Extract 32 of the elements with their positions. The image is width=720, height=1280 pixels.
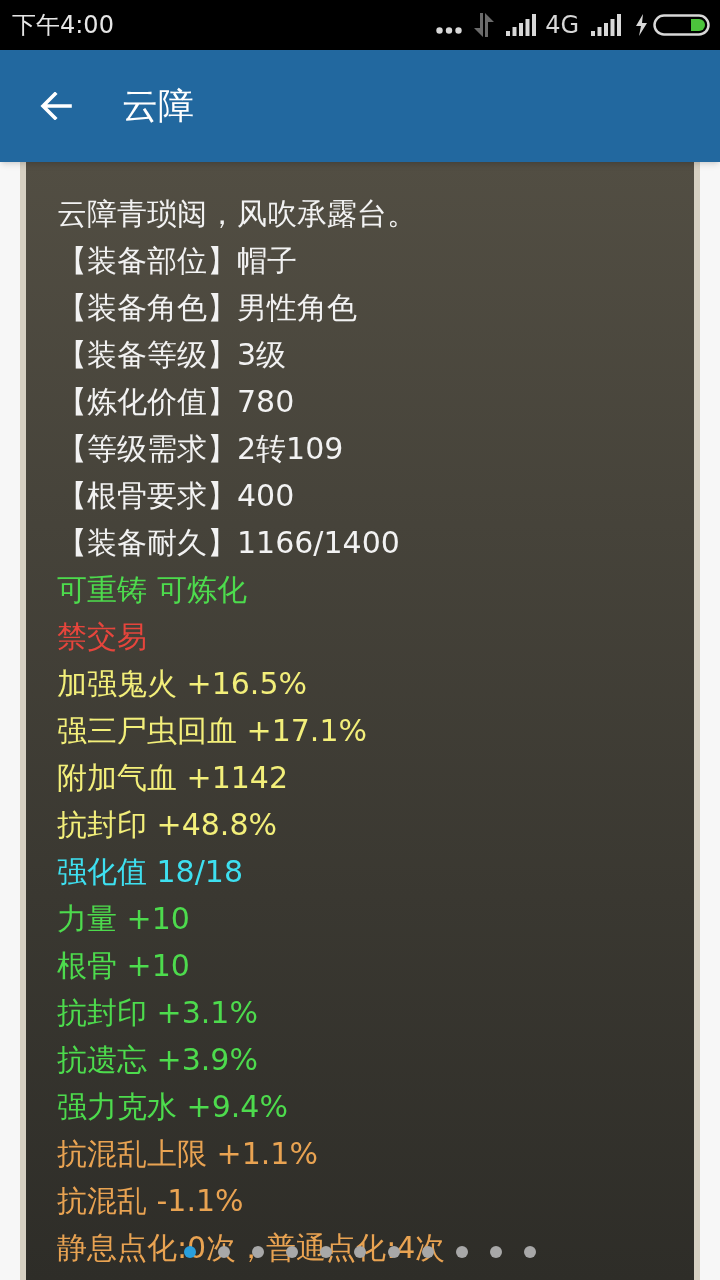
- attribute-line: 抗混乱 -1.1%: [57, 1182, 244, 1219]
- attribute-line: 【根骨要求】400: [57, 477, 295, 514]
- attribute-line: 强化值 18/18: [57, 853, 243, 890]
- page-title: 云障: [122, 88, 194, 124]
- up-down-arrows-icon: [474, 13, 495, 37]
- attribute-line: 加强鬼火 +16.5%: [57, 665, 307, 702]
- attribute-line: 抗封印 +3.1%: [57, 994, 258, 1031]
- attribute-line: 抗遗忘 +3.9%: [57, 1041, 258, 1078]
- attribute-line: 强三尸虫回血 +17.1%: [57, 712, 367, 749]
- back-arrow-icon: [40, 92, 72, 120]
- attribute-line: 【装备角色】男性角色: [57, 289, 357, 326]
- attribute-line: 禁交易: [57, 618, 147, 655]
- attribute-line: 强力克水 +9.4%: [57, 1088, 288, 1125]
- attribute-line: 可重铸 可炼化: [57, 571, 247, 608]
- attribute-line: 根骨 +10: [57, 947, 190, 984]
- attribute-line: 【装备耐久】1166/1400: [57, 524, 400, 561]
- attribute-line: 力量 +10: [57, 900, 190, 937]
- network-type: 4G: [545, 13, 579, 37]
- status-time: 下午4:00: [12, 13, 114, 37]
- signal-icon: [591, 14, 622, 36]
- attribute-line: 【装备等级】3级: [57, 336, 287, 373]
- attribute-line: 附加气血 +1142: [57, 759, 289, 796]
- attribute-line: 【炼化价值】780: [57, 383, 295, 420]
- attribute-line: 抗混乱上限 +1.1%: [57, 1135, 318, 1172]
- more-dots-icon: [436, 26, 463, 34]
- attribute-line: 【装备部位】帽子: [57, 242, 297, 279]
- attribute-line: 抗封印 +48.8%: [57, 806, 277, 843]
- flavor-text: 云障青琐闼，风吹承露台。: [57, 195, 417, 232]
- charging-bolt-icon: [635, 14, 648, 36]
- attribute-line: 【等级需求】2转109: [57, 430, 344, 467]
- battery-icon: [653, 14, 710, 36]
- signal-icon: [506, 14, 538, 36]
